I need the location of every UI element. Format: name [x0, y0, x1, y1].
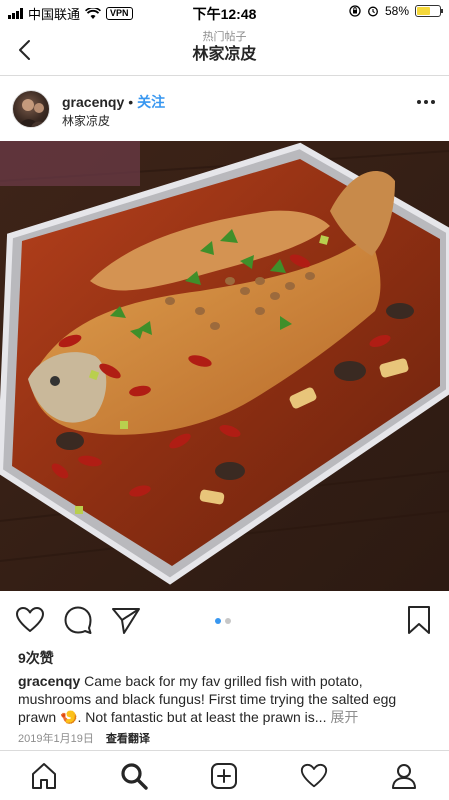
avatar[interactable] [12, 90, 50, 128]
more-dot [417, 100, 421, 104]
post-header: gracenqy • 关注 林家凉皮 [0, 78, 449, 140]
search-icon [121, 763, 148, 790]
more-dot [424, 100, 428, 104]
translate-link[interactable]: 查看翻译 [106, 730, 150, 746]
separator: • [128, 94, 134, 110]
heart-icon [16, 607, 44, 632]
nav-titles: 热门帖子 林家凉皮 [0, 30, 449, 66]
send-icon [112, 608, 140, 634]
status-bar: 中国联通 VPN 下午12:48 58% [0, 0, 449, 24]
battery-icon [415, 5, 443, 17]
battery-percent: 58% [384, 4, 409, 18]
home-icon [32, 763, 56, 789]
share-button[interactable] [110, 604, 142, 636]
like-count[interactable]: 9次赞 [18, 648, 54, 668]
save-button[interactable] [403, 604, 435, 636]
comment-icon [64, 606, 92, 634]
page-title: 林家凉皮 [192, 46, 257, 63]
post-date: 2019年1月19日 [18, 733, 94, 745]
more-button[interactable] [417, 100, 435, 104]
carousel-indicator [215, 618, 231, 624]
like-button[interactable] [14, 604, 46, 636]
bottom-tab-bar [0, 750, 449, 800]
bookmark-icon [408, 606, 430, 634]
tab-new-post[interactable] [207, 759, 241, 793]
post-user-row: gracenqy • 关注 [62, 92, 165, 112]
post-photo[interactable] [0, 141, 449, 591]
tab-activity[interactable] [297, 759, 331, 793]
heart-icon [300, 763, 328, 788]
status-right: 58% [349, 4, 443, 18]
page-subtitle: 热门帖子 [202, 31, 247, 43]
more-dot [431, 100, 435, 104]
alarm-icon [368, 6, 378, 17]
avatar-photo [19, 99, 47, 127]
tab-profile[interactable] [387, 759, 421, 793]
grilled-fish-photo [0, 141, 449, 591]
battery-fill [417, 7, 430, 15]
tab-home[interactable] [27, 759, 61, 793]
username[interactable]: gracenqy [62, 94, 124, 110]
post-location[interactable]: 林家凉皮 [62, 112, 110, 129]
rotation-lock-icon [349, 5, 361, 17]
post-meta: 2019年1月19日 查看翻译 [18, 730, 150, 746]
carousel-dot [225, 618, 231, 624]
action-bar [0, 602, 449, 638]
plus-square-icon [211, 763, 237, 789]
caption: gracenqy Came back for my fav grilled fi… [18, 672, 438, 726]
carousel-dot-active [215, 618, 221, 624]
follow-button[interactable]: 关注 [137, 92, 165, 112]
expand-caption-link[interactable]: 展开 [330, 709, 358, 725]
tab-search[interactable] [117, 759, 151, 793]
caption-username[interactable]: gracenqy [18, 673, 80, 689]
user-icon [392, 764, 416, 789]
comment-button[interactable] [62, 604, 94, 636]
nav-header: 热门帖子 林家凉皮 [0, 26, 449, 76]
